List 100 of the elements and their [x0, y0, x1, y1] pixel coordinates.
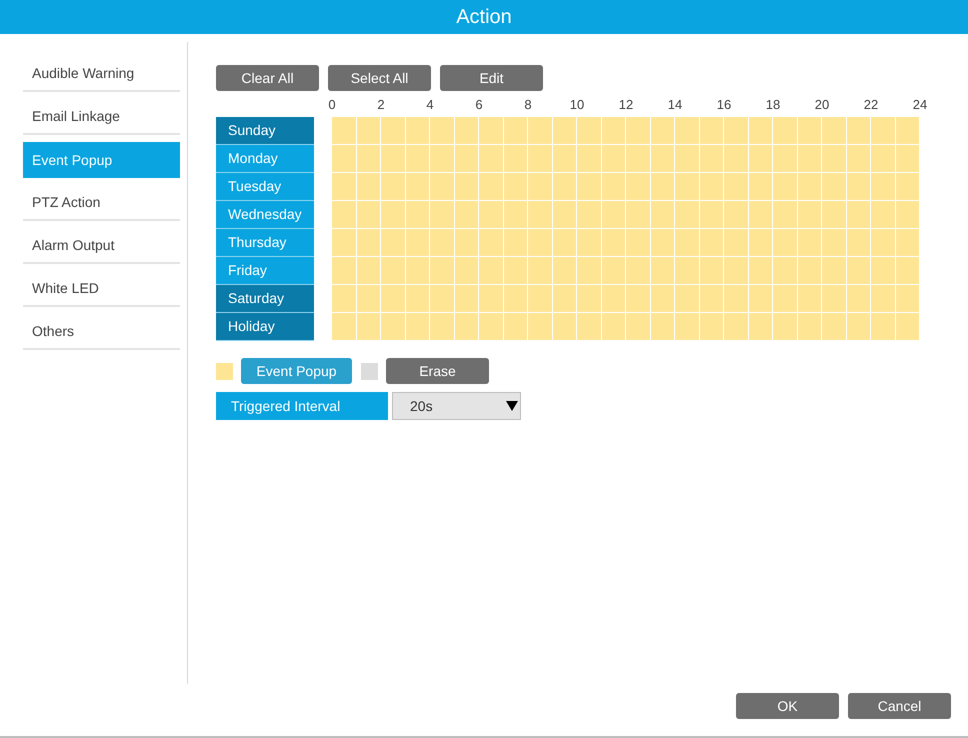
schedule-slot[interactable] [822, 257, 846, 285]
schedule-slot[interactable] [724, 173, 748, 201]
schedule-slot[interactable] [748, 117, 773, 145]
schedule-slot[interactable] [846, 229, 871, 257]
schedule-slot[interactable] [675, 229, 700, 257]
schedule-slot[interactable] [724, 229, 748, 257]
schedule-slot[interactable] [626, 285, 650, 313]
schedule-slot[interactable] [332, 229, 356, 257]
schedule-slot[interactable] [896, 145, 920, 173]
schedule-slot[interactable] [798, 173, 822, 201]
schedule-slot[interactable] [406, 201, 430, 229]
schedule-slot[interactable] [724, 313, 748, 341]
schedule-slot[interactable] [356, 173, 381, 201]
schedule-slot[interactable] [552, 173, 577, 201]
schedule-slot[interactable] [332, 285, 356, 313]
schedule-slot[interactable] [822, 173, 846, 201]
schedule-slot[interactable] [798, 145, 822, 173]
toolbar-button[interactable]: Clear All [216, 65, 319, 91]
schedule-slot[interactable] [479, 145, 504, 173]
schedule-slot[interactable] [822, 145, 846, 173]
schedule-slot[interactable] [724, 145, 748, 173]
schedule-slot[interactable] [381, 285, 406, 313]
schedule-slot[interactable] [773, 257, 798, 285]
schedule-slot[interactable] [454, 117, 479, 145]
schedule-slot[interactable] [675, 285, 700, 313]
schedule-slot[interactable] [822, 285, 846, 313]
schedule-slot[interactable] [356, 313, 381, 341]
schedule-slot[interactable] [430, 313, 454, 341]
schedule-slot[interactable] [552, 117, 577, 145]
schedule-slot[interactable] [430, 257, 454, 285]
schedule-slot[interactable] [896, 285, 920, 313]
schedule-slot[interactable] [626, 201, 650, 229]
schedule-slot[interactable] [700, 173, 724, 201]
schedule-slot[interactable] [552, 229, 577, 257]
schedule-slot[interactable] [406, 229, 430, 257]
schedule-slot[interactable] [626, 229, 650, 257]
schedule-slot[interactable] [896, 201, 920, 229]
schedule-slot[interactable] [406, 117, 430, 145]
schedule-slot[interactable] [406, 173, 430, 201]
schedule-slot[interactable] [724, 201, 748, 229]
schedule-slot[interactable] [356, 229, 381, 257]
schedule-slot[interactable] [748, 257, 773, 285]
day-label[interactable]: Friday [216, 257, 314, 285]
schedule-slot[interactable] [577, 313, 602, 341]
schedule-slot[interactable] [454, 313, 479, 341]
schedule-slot[interactable] [504, 145, 528, 173]
schedule-slot[interactable] [381, 117, 406, 145]
schedule-slot[interactable] [504, 201, 528, 229]
schedule-slot[interactable] [577, 117, 602, 145]
sidebar-item[interactable]: Others [23, 314, 180, 350]
schedule-slot[interactable] [528, 117, 552, 145]
schedule-slot[interactable] [430, 201, 454, 229]
schedule-slot[interactable] [748, 201, 773, 229]
toolbar-button[interactable]: Select All [328, 65, 431, 91]
schedule-slot[interactable] [577, 285, 602, 313]
schedule-slot[interactable] [577, 257, 602, 285]
schedule-slot[interactable] [381, 313, 406, 341]
schedule-slot[interactable] [748, 173, 773, 201]
schedule-slot[interactable] [871, 257, 896, 285]
schedule-slot[interactable] [356, 285, 381, 313]
schedule-slot[interactable] [896, 229, 920, 257]
schedule-slot[interactable] [748, 285, 773, 313]
schedule-slot[interactable] [552, 313, 577, 341]
schedule-slot[interactable] [773, 173, 798, 201]
day-label[interactable]: Wednesday [216, 201, 314, 229]
schedule-slot[interactable] [626, 313, 650, 341]
schedule-slot[interactable] [748, 229, 773, 257]
schedule-slot[interactable] [700, 229, 724, 257]
schedule-slot[interactable] [846, 201, 871, 229]
schedule-slot[interactable] [528, 285, 552, 313]
schedule-slot[interactable] [798, 313, 822, 341]
schedule-slot[interactable] [871, 201, 896, 229]
schedule-slot[interactable] [406, 145, 430, 173]
brush-button[interactable]: Event Popup [241, 358, 352, 384]
schedule-slot[interactable] [430, 285, 454, 313]
schedule-slot[interactable] [871, 229, 896, 257]
schedule-slot[interactable] [700, 201, 724, 229]
schedule-slot[interactable] [430, 229, 454, 257]
schedule-slot[interactable] [430, 145, 454, 173]
schedule-slot[interactable] [332, 313, 356, 341]
schedule-slot[interactable] [552, 257, 577, 285]
schedule-slot[interactable] [602, 229, 626, 257]
schedule-slot[interactable] [675, 173, 700, 201]
schedule-slot[interactable] [650, 117, 675, 145]
sidebar-item[interactable]: Event Popup [23, 142, 180, 178]
schedule-slot[interactable] [504, 257, 528, 285]
schedule-slot[interactable] [626, 117, 650, 145]
schedule-slot[interactable] [626, 145, 650, 173]
schedule-slot[interactable] [528, 145, 552, 173]
schedule-slot[interactable] [332, 117, 356, 145]
schedule-slot[interactable] [650, 201, 675, 229]
schedule-slot[interactable] [700, 257, 724, 285]
schedule-slot[interactable] [846, 313, 871, 341]
schedule-slot[interactable] [773, 145, 798, 173]
schedule-slot[interactable] [773, 229, 798, 257]
schedule-slot[interactable] [846, 257, 871, 285]
sidebar-item[interactable]: PTZ Action [23, 185, 180, 221]
schedule-slot[interactable] [896, 173, 920, 201]
schedule-slot[interactable] [552, 145, 577, 173]
schedule-slot[interactable] [846, 173, 871, 201]
